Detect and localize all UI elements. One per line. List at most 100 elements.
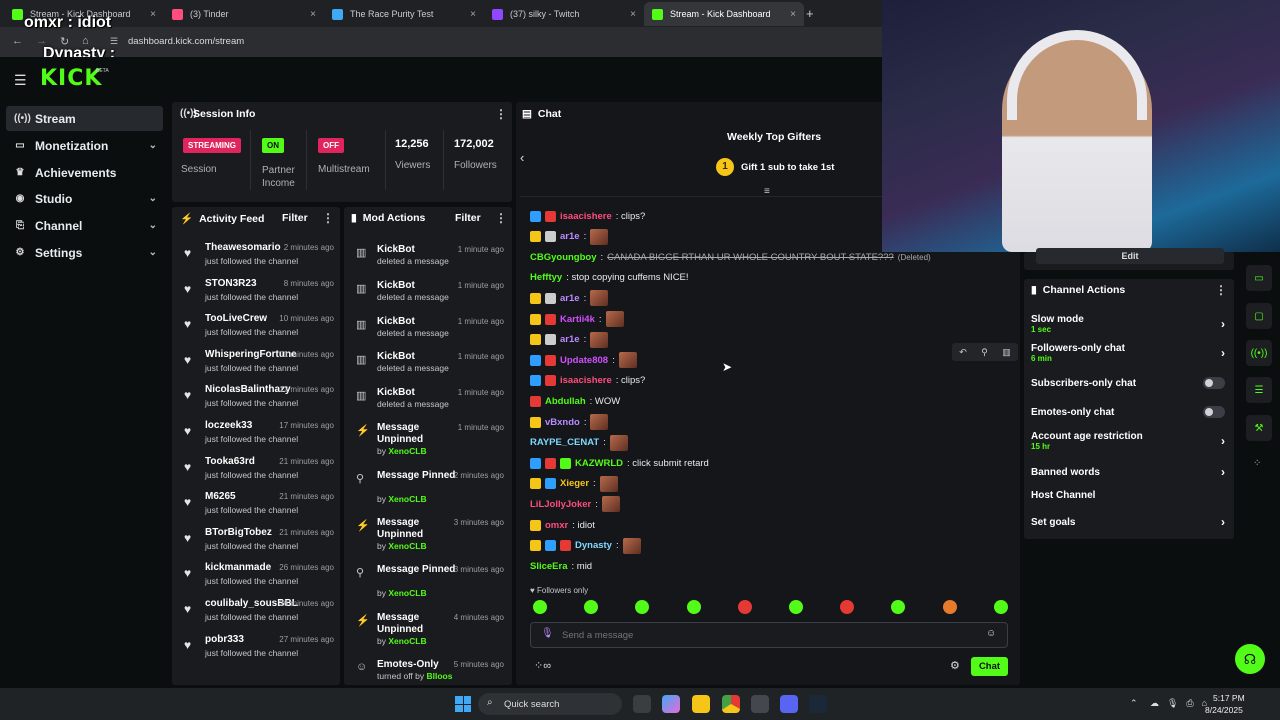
close-icon[interactable]: × bbox=[630, 9, 636, 20]
mod-action-by[interactable]: XenoCLB bbox=[388, 636, 426, 646]
app-icon[interactable] bbox=[751, 695, 769, 713]
chat-username[interactable]: vBxndo bbox=[545, 417, 580, 428]
close-icon[interactable]: × bbox=[790, 9, 796, 20]
menu-icon[interactable]: ☰ bbox=[14, 72, 27, 89]
activity-username[interactable]: BTorBigTobez bbox=[205, 527, 272, 538]
chat-username[interactable]: ar1e bbox=[560, 334, 580, 345]
chat-username[interactable]: Xieger bbox=[560, 478, 589, 489]
emote-icon[interactable] bbox=[942, 600, 957, 614]
mod-action-by[interactable]: Blloos bbox=[426, 671, 452, 681]
taskbar-search-text[interactable]: Quick search bbox=[504, 699, 559, 710]
activity-username[interactable]: loczeek33 bbox=[205, 420, 252, 431]
chat-username[interactable]: Abdullah bbox=[545, 396, 586, 407]
sidebar-item-stream[interactable]: ((•)) Stream bbox=[6, 106, 163, 131]
copilot-icon[interactable] bbox=[662, 695, 680, 713]
browser-tab[interactable]: The Race Purity Test × bbox=[324, 2, 484, 26]
emote-icon[interactable] bbox=[789, 600, 803, 614]
file-explorer-icon[interactable] bbox=[692, 695, 710, 713]
steam-icon[interactable] bbox=[809, 695, 827, 713]
chat-message[interactable]: RAYPE_CENAT: bbox=[530, 433, 628, 453]
trash-icon[interactable]: ▥ bbox=[1002, 347, 1011, 358]
list-tool-icon[interactable]: ☰ bbox=[1246, 377, 1272, 403]
chat-message[interactable]: Dynasty: bbox=[530, 536, 641, 556]
channel-action-item[interactable]: Host Channel bbox=[1031, 490, 1225, 501]
chat-username[interactable]: Hefftyy bbox=[530, 272, 562, 283]
chat-message[interactable]: Update808: bbox=[530, 350, 637, 370]
chat-message[interactable]: isaacishere: clips? bbox=[530, 371, 645, 391]
chat-username[interactable]: RAYPE_CENAT bbox=[530, 437, 599, 448]
sidebar-item-studio[interactable]: ◉ Studio ⌄ bbox=[6, 186, 163, 211]
drag-handle-icon[interactable]: ⁘ bbox=[1253, 458, 1261, 469]
support-icon[interactable]: ☊ bbox=[1235, 644, 1265, 674]
channel-action-item[interactable]: Slow mode 1 sec › bbox=[1031, 314, 1225, 334]
activity-menu-icon[interactable]: ⋮ bbox=[322, 211, 334, 225]
chat-username[interactable]: omxr bbox=[545, 520, 568, 531]
activity-filter-button[interactable]: Filter bbox=[282, 212, 308, 224]
chat-username[interactable]: isaacishere bbox=[560, 375, 612, 386]
activity-username[interactable]: Theawesomario bbox=[205, 242, 281, 253]
url-text[interactable]: dashboard.kick.com/stream bbox=[128, 36, 244, 47]
gifters-prev-icon[interactable]: ‹ bbox=[520, 150, 524, 165]
start-icon[interactable] bbox=[455, 696, 471, 712]
channel-action-item[interactable]: Banned words › bbox=[1031, 465, 1225, 479]
mic-icon[interactable]: 🎙 bbox=[541, 628, 554, 639]
chat-username[interactable]: LiLJollyJoker bbox=[530, 499, 591, 510]
mod-action-by[interactable]: XenoCLB bbox=[388, 494, 426, 504]
chat-username[interactable]: Kartii4k bbox=[560, 314, 595, 325]
mod-action-by[interactable]: XenoCLB bbox=[388, 588, 426, 598]
chat-message[interactable]: omxr: idiot bbox=[530, 515, 595, 535]
chrome-icon[interactable] bbox=[722, 695, 740, 713]
chat-message[interactable]: SliceEra: mid bbox=[530, 556, 592, 576]
chat-username[interactable]: Update808 bbox=[560, 355, 608, 366]
sidebar-item-monetization[interactable]: ▭ Monetization ⌄ bbox=[6, 133, 163, 158]
chat-message[interactable]: Abdullah: WOW bbox=[530, 391, 620, 411]
tray-chevron-icon[interactable]: ⌃ bbox=[1130, 698, 1138, 709]
wrench-icon[interactable]: ⚒ bbox=[1246, 415, 1272, 441]
chat-message[interactable]: LiLJollyJoker: bbox=[530, 494, 620, 514]
channel-action-item[interactable]: Followers-only chat 6 min › bbox=[1031, 343, 1225, 363]
channel-action-item[interactable]: Emotes-only chat bbox=[1031, 406, 1225, 418]
mod-menu-icon[interactable]: ⋮ bbox=[495, 211, 507, 225]
activity-username[interactable]: pobr333 bbox=[205, 634, 244, 645]
right-tool-1-icon[interactable]: ▭ bbox=[1246, 265, 1272, 291]
channel-actions-menu-icon[interactable]: ⋮ bbox=[1215, 283, 1227, 297]
chat-message[interactable]: Kartii4k: bbox=[530, 309, 624, 329]
channel-action-item[interactable]: Set goals › bbox=[1031, 515, 1225, 529]
emote-icon[interactable] bbox=[686, 600, 701, 614]
edit-button[interactable]: Edit bbox=[1036, 248, 1224, 264]
activity-username[interactable]: M6265 bbox=[205, 491, 236, 502]
chat-bubble-icon[interactable]: ▢ bbox=[1246, 303, 1272, 329]
close-icon[interactable]: × bbox=[150, 9, 156, 20]
chat-message[interactable]: CBGyoungboy: CANADA BIGGE RTHAN UR WHOLE… bbox=[530, 247, 931, 267]
chat-message[interactable]: ar1e: bbox=[530, 288, 609, 308]
kick-logo[interactable]: KICK bbox=[40, 66, 102, 91]
toggle-switch[interactable] bbox=[1203, 377, 1225, 389]
chat-message[interactable]: isaacishere: clips? bbox=[530, 206, 645, 226]
chat-username[interactable]: CBGyoungboy bbox=[530, 252, 597, 263]
gift-cta[interactable]: Gift 1 sub to take 1st bbox=[741, 162, 834, 173]
close-icon[interactable]: × bbox=[310, 9, 316, 20]
chat-message[interactable]: Hefftyy: stop copying cuffems NICE! bbox=[530, 268, 689, 288]
chat-message[interactable]: KAZWRLD: click submit retard bbox=[530, 453, 709, 473]
chat-message[interactable]: vBxndo: bbox=[530, 412, 609, 432]
close-icon[interactable]: × bbox=[470, 9, 476, 20]
chat-extras-icon[interactable]: ⁘∞ bbox=[534, 659, 551, 672]
chat-username[interactable]: isaacishere bbox=[560, 211, 612, 222]
chat-message[interactable]: ar1e: bbox=[530, 227, 609, 247]
mod-action-by[interactable]: XenoCLB bbox=[388, 541, 426, 551]
chat-username[interactable]: ar1e bbox=[560, 231, 580, 242]
chat-username[interactable]: Dynasty bbox=[575, 540, 612, 551]
sidebar-item-achievements[interactable]: ♛ Achievements bbox=[6, 160, 163, 185]
chat-send-button[interactable]: Chat bbox=[971, 657, 1008, 676]
chat-username[interactable]: KAZWRLD bbox=[575, 458, 623, 469]
activity-username[interactable]: Tooka63rd bbox=[205, 456, 255, 467]
chat-settings-icon[interactable]: ⚙ bbox=[950, 659, 960, 672]
chat-message-input[interactable] bbox=[562, 627, 962, 643]
emoji-icon[interactable]: ☺ bbox=[986, 628, 996, 639]
back-icon[interactable]: ← bbox=[12, 35, 23, 47]
chat-message[interactable]: Xieger: bbox=[530, 474, 618, 494]
reply-icon[interactable]: ↶ bbox=[959, 347, 967, 358]
sidebar-item-channel[interactable]: ⎘ Channel ⌄ bbox=[6, 213, 163, 238]
browser-tab[interactable]: (37) silky - Twitch × bbox=[484, 2, 644, 26]
activity-username[interactable]: kickmanmade bbox=[205, 562, 271, 573]
